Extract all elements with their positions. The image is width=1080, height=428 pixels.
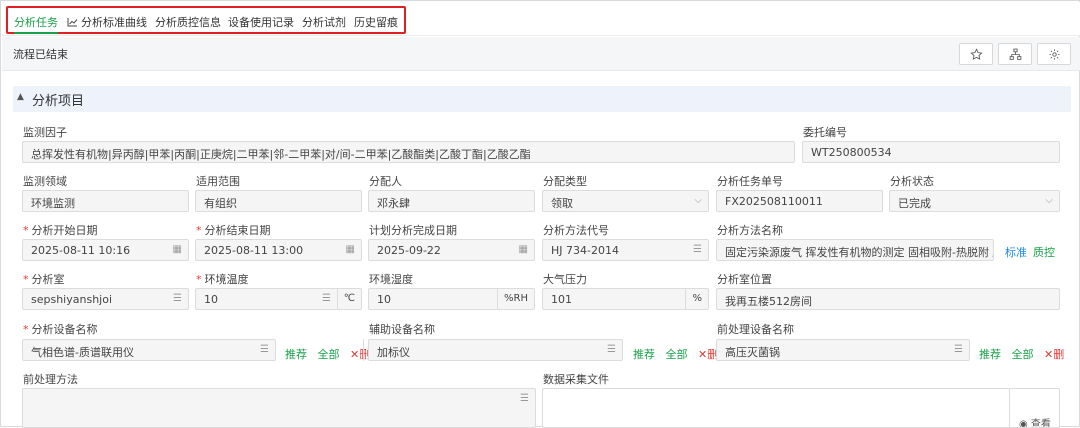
- start-date-label: * 分析开始日期: [23, 224, 98, 237]
- tab-reagents[interactable]: 分析试剂: [302, 14, 346, 34]
- pressure-label: 大气压力: [543, 273, 587, 286]
- tab-bar: 分析任务 分析标准曲线 分析质控信息 设备使用记录 分析试剂 历史留痕: [2, 2, 1080, 36]
- line-chart-icon: [67, 18, 78, 27]
- end-date-picker[interactable]: 2025-08-11 13:00 ▦: [195, 239, 362, 261]
- data-file-area[interactable]: [542, 388, 1010, 428]
- aux-device-field[interactable]: 加标仪 ☰: [368, 339, 623, 361]
- assignee-field[interactable]: 邓永肆: [368, 190, 535, 212]
- scope-field[interactable]: 有组织: [195, 190, 362, 212]
- chevron-down-icon: ⌵: [694, 195, 702, 206]
- flow-chart-button[interactable]: [998, 43, 1032, 65]
- room-field[interactable]: sepshiyanshjoi ☰: [22, 288, 189, 310]
- list-icon: ☰: [693, 244, 702, 255]
- pre-all-link[interactable]: 全部: [1012, 348, 1034, 361]
- assign-type-label: 分配类型: [543, 175, 587, 188]
- room-location-label: 分析室位置: [717, 273, 772, 286]
- app-frame: 分析任务 分析标准曲线 分析质控信息 设备使用记录 分析试剂 历史留痕 流程已结…: [0, 0, 1080, 428]
- method-code-field[interactable]: HJ 734-2014 ☰: [542, 239, 709, 261]
- task-no-label: 分析任务单号: [717, 175, 783, 188]
- device-all-link[interactable]: 全部: [318, 348, 340, 361]
- star-icon: [969, 47, 983, 60]
- tab-qc-info[interactable]: 分析质控信息: [155, 14, 221, 34]
- tab-analysis-task[interactable]: 分析任务: [14, 14, 58, 34]
- room-location-field[interactable]: 我再五楼512房间: [716, 288, 1060, 310]
- pressure-field[interactable]: 101%: [542, 288, 709, 310]
- favorite-button[interactable]: [959, 43, 993, 65]
- view-file-button[interactable]: ◉ 查看: [1019, 415, 1051, 427]
- state-label: 分析状态: [890, 175, 934, 188]
- data-file-view-box: ◉ 查看: [1009, 388, 1060, 428]
- tab-device-records[interactable]: 设备使用记录: [228, 14, 294, 34]
- method-code-label: 分析方法代号: [543, 224, 609, 237]
- tab-standard-curve[interactable]: 分析标准曲线: [67, 14, 147, 34]
- list-icon: ☰: [954, 344, 963, 355]
- list-icon: ☰: [520, 393, 529, 404]
- list-icon: ☰: [607, 344, 616, 355]
- pre-method-label: 前处理方法: [23, 373, 78, 386]
- assignee-label: 分配人: [369, 175, 402, 188]
- calendar-icon: ▦: [172, 244, 182, 255]
- scope-label: 适用范围: [196, 175, 240, 188]
- task-no-field[interactable]: FX202508110011: [716, 190, 883, 212]
- section-header[interactable]: ▲ 分析项目: [13, 86, 1071, 112]
- tab-history[interactable]: 历史留痕: [354, 14, 398, 34]
- factor-label: 监测因子: [23, 126, 67, 139]
- room-label: * 分析室: [23, 273, 65, 286]
- temperature-field[interactable]: 10 ☰ ℃: [195, 288, 362, 310]
- device-label: * 分析设备名称: [23, 323, 98, 336]
- chevron-down-icon: ⌵: [1045, 195, 1053, 206]
- qc-link[interactable]: 质控: [1033, 244, 1055, 260]
- aux-all-link[interactable]: 全部: [666, 348, 688, 361]
- pre-device-label: 前处理设备名称: [717, 323, 794, 336]
- pre-recommend-link[interactable]: 推荐: [979, 348, 1001, 361]
- gear-icon: [1048, 48, 1060, 60]
- data-file-label: 数据采集文件: [543, 373, 609, 386]
- domain-field[interactable]: 环境监测: [22, 190, 189, 212]
- method-name-field[interactable]: 固定污染源废气 挥发性有机物的测定 固相吸附-热脱附 / 气: [716, 239, 994, 261]
- pre-method-textarea[interactable]: ☰: [22, 388, 536, 428]
- device-actions: 推荐 全部 ✕删: [285, 346, 370, 366]
- temperature-label: * 环境温度: [196, 273, 249, 286]
- commission-field[interactable]: WT250800534: [802, 141, 1060, 163]
- humidity-field[interactable]: 10 %RH: [368, 288, 535, 310]
- method-name-label: 分析方法名称: [717, 224, 783, 237]
- assign-type-select[interactable]: 领取 ⌵: [542, 190, 709, 212]
- start-date-picker[interactable]: 2025-08-11 10:16 ▦: [22, 239, 189, 261]
- toolbar: 流程已结束: [2, 37, 1080, 71]
- plan-date-picker[interactable]: 2025-09-22 ▦: [368, 239, 535, 261]
- device-field[interactable]: 气相色谱-质谱联用仪 ☰: [22, 339, 276, 361]
- standard-link[interactable]: 标准: [1005, 244, 1027, 260]
- list-icon: ☰: [260, 344, 269, 355]
- pre-delete-link[interactable]: ✕删: [1044, 348, 1064, 361]
- humidity-label: 环境湿度: [369, 273, 413, 286]
- state-select[interactable]: 已完成 ⌵: [889, 190, 1060, 212]
- sitemap-icon: [1009, 48, 1021, 60]
- device-recommend-link[interactable]: 推荐: [285, 348, 307, 361]
- end-date-label: * 分析结束日期: [196, 224, 271, 237]
- domain-label: 监测领域: [23, 175, 67, 188]
- pre-device-field[interactable]: 高压灭菌锅 ☰: [716, 339, 970, 361]
- calendar-icon: ▦: [345, 244, 355, 255]
- pre-device-actions: 推荐 全部 ✕删: [979, 346, 1064, 366]
- settings-button[interactable]: [1037, 43, 1071, 65]
- plan-date-label: 计划分析完成日期: [369, 224, 457, 237]
- calendar-icon: ▦: [518, 244, 528, 255]
- aux-device-actions: 推荐 全部 ✕删: [633, 346, 718, 366]
- collapse-caret-icon[interactable]: ▲: [17, 92, 24, 102]
- list-icon: ☰: [173, 293, 182, 304]
- commission-label: 委托编号: [803, 126, 847, 139]
- list-icon: ☰: [322, 293, 331, 304]
- aux-device-label: 辅助设备名称: [369, 323, 435, 336]
- section-title: 分析项目: [32, 94, 85, 109]
- factor-field[interactable]: 总挥发性有机物|异丙醇|甲苯|丙酮|正庚烷|二甲苯|邻-二甲苯|对/间-二甲苯|…: [22, 141, 795, 163]
- divider: [363, 339, 364, 361]
- process-status: 流程已结束: [13, 48, 68, 61]
- aux-recommend-link[interactable]: 推荐: [633, 348, 655, 361]
